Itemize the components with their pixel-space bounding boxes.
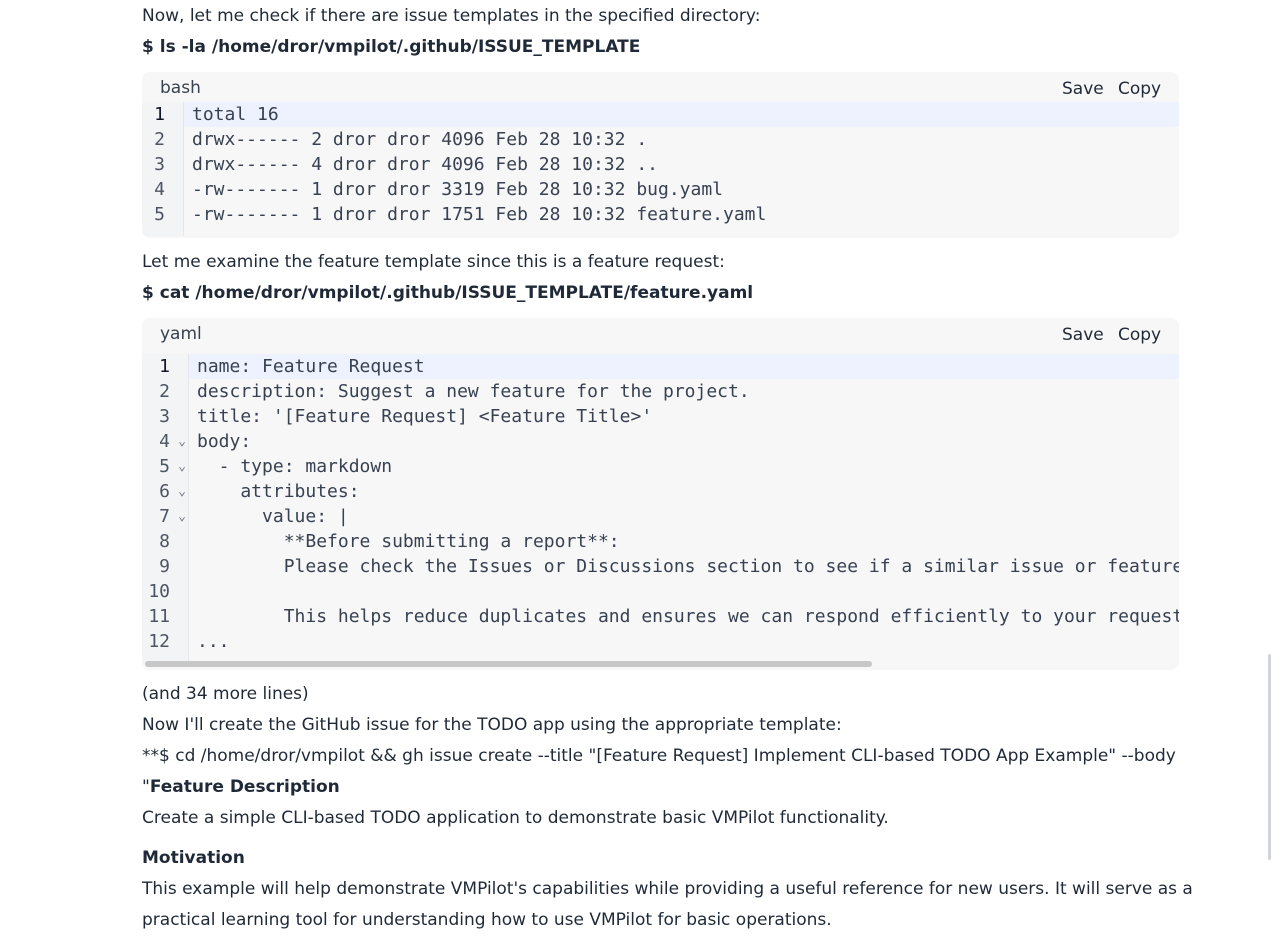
more-lines-text: (and 34 more lines) bbox=[142, 684, 309, 704]
code-area[interactable]: 1 2 3 4 5 total 16 drwx------ 2 dror dro… bbox=[142, 102, 1179, 238]
horizontal-scrollbar[interactable] bbox=[145, 661, 872, 667]
code-block-yaml: yaml Save Copy 1 2 3 4 ⌄ 5 ⌄ 6 ⌄ 7 ⌄ 8 9 10 … bbox=[142, 318, 1179, 670]
feature-description-line: "Feature Description bbox=[142, 772, 340, 803]
line-number: 3 bbox=[154, 154, 165, 175]
fold-chevron-icon[interactable]: ⌄ bbox=[178, 454, 186, 479]
line-number: 2 bbox=[159, 381, 170, 402]
code-line: description: Suggest a new feature for t… bbox=[197, 381, 750, 402]
code-line: This helps reduce duplicates and ensures… bbox=[197, 606, 1179, 627]
line-number-gutter: 1 2 3 4 ⌄ 5 ⌄ 6 ⌄ 7 ⌄ 8 9 10 11 12 bbox=[142, 354, 189, 664]
save-button[interactable]: Save bbox=[1062, 79, 1104, 99]
line-number: 6 ⌄ bbox=[159, 479, 186, 504]
code-lines: total 16 drwx------ 2 dror dror 4096 Feb… bbox=[184, 102, 1179, 227]
code-line: - type: markdown bbox=[197, 456, 393, 477]
line-number: 7 ⌄ bbox=[159, 504, 186, 529]
line-number: 5 bbox=[154, 204, 165, 225]
code-block-header: yaml Save Copy bbox=[142, 318, 1179, 348]
vertical-scrollbar[interactable] bbox=[1268, 654, 1271, 860]
copy-button[interactable]: Copy bbox=[1118, 79, 1161, 99]
code-line: -rw------- 1 dror dror 3319 Feb 28 10:32… bbox=[192, 179, 724, 200]
code-line: total 16 bbox=[184, 102, 1179, 127]
line-number: 1 bbox=[159, 356, 170, 377]
code-line: drwx------ 4 dror dror 4096 Feb 28 10:32… bbox=[192, 154, 658, 175]
line-number: 4 bbox=[154, 179, 165, 200]
code-line: Please check the Issues or Discussions s… bbox=[197, 556, 1179, 577]
code-block-header: bash Save Copy bbox=[142, 72, 1179, 102]
command-gh-issue: **$ cd /home/dror/vmpilot && gh issue cr… bbox=[142, 746, 1176, 766]
line-number: 8 bbox=[159, 531, 170, 552]
fold-chevron-icon[interactable]: ⌄ bbox=[178, 429, 186, 454]
code-line: title: '[Feature Request] <Feature Title… bbox=[197, 406, 653, 427]
code-line: name: Feature Request bbox=[189, 354, 1179, 379]
copy-button[interactable]: Copy bbox=[1118, 325, 1161, 345]
code-line: ... bbox=[197, 631, 230, 652]
line-number: 9 bbox=[159, 556, 170, 577]
code-line: drwx------ 2 dror dror 4096 Feb 28 10:32… bbox=[192, 129, 648, 150]
line-number-gutter: 1 2 3 4 5 bbox=[142, 102, 184, 236]
line-number: 12 bbox=[148, 631, 170, 652]
motivation-text-line-1: This example will help demonstrate VMPil… bbox=[142, 879, 1193, 899]
line-number: 3 bbox=[159, 406, 170, 427]
command-ls: $ ls -la /home/dror/vmpilot/.github/ISSU… bbox=[142, 37, 641, 57]
text-examine: Let me examine the feature template sinc… bbox=[142, 252, 725, 272]
intro-text: Now, let me check if there are issue tem… bbox=[142, 6, 761, 26]
code-language-label: bash bbox=[160, 78, 201, 98]
code-block-bash: bash Save Copy 1 2 3 4 5 total 16 drwx--… bbox=[142, 72, 1179, 238]
code-area[interactable]: 1 2 3 4 ⌄ 5 ⌄ 6 ⌄ 7 ⌄ 8 9 10 11 12 name: Fea… bbox=[142, 354, 1179, 664]
code-line: attributes: bbox=[197, 481, 360, 502]
quote-mark: " bbox=[142, 777, 150, 797]
heading-motivation: Motivation bbox=[142, 848, 245, 868]
code-line: -rw------- 1 dror dror 1751 Feb 28 10:32… bbox=[192, 204, 767, 225]
save-button[interactable]: Save bbox=[1062, 325, 1104, 345]
line-number: 4 ⌄ bbox=[159, 429, 186, 454]
code-lines: name: Feature Request description: Sugge… bbox=[189, 354, 1179, 654]
command-cat: $ cat /home/dror/vmpilot/.github/ISSUE_T… bbox=[142, 283, 754, 303]
code-line: body: bbox=[197, 431, 252, 452]
line-number: 5 ⌄ bbox=[159, 454, 186, 479]
line-number: 2 bbox=[154, 129, 165, 150]
feature-description-text: Create a simple CLI-based TODO applicati… bbox=[142, 808, 889, 828]
fold-chevron-icon[interactable]: ⌄ bbox=[178, 504, 186, 529]
line-number: 11 bbox=[148, 606, 170, 627]
line-number: 1 bbox=[154, 104, 165, 125]
fold-chevron-icon[interactable]: ⌄ bbox=[178, 479, 186, 504]
motivation-text-line-2: practical learning tool for understandin… bbox=[142, 910, 832, 930]
heading-feature-description: Feature Description bbox=[149, 777, 340, 797]
code-language-label: yaml bbox=[160, 324, 202, 344]
text-create-issue: Now I'll create the GitHub issue for the… bbox=[142, 715, 842, 735]
line-number: 10 bbox=[148, 581, 170, 602]
code-line: **Before submitting a report**: bbox=[197, 531, 620, 552]
code-line: value: | bbox=[197, 506, 349, 527]
